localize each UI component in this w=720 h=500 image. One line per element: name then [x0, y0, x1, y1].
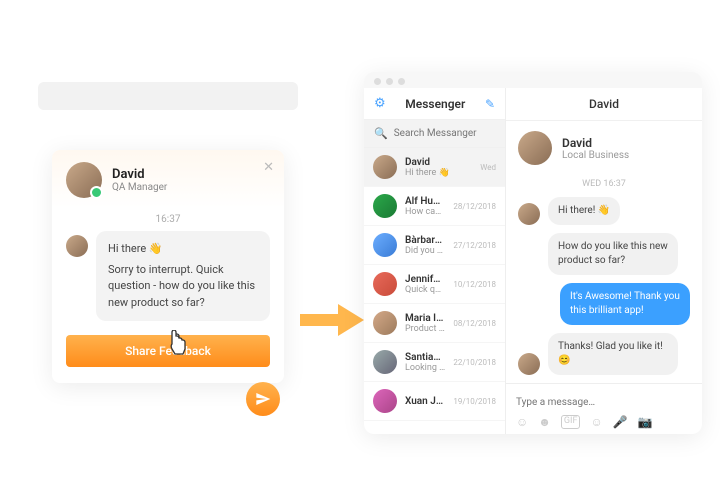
- message-row: Hi there! 👋: [506, 197, 702, 233]
- avatar: [373, 233, 397, 257]
- composer: ☺ ☻ GIF ☺ 🎤 📷: [506, 383, 702, 434]
- avatar: [373, 389, 397, 413]
- avatar: [518, 131, 552, 165]
- conversation-item[interactable]: DavidHi there 👋 Wed: [364, 148, 505, 187]
- message-bubble: It's Awesome! Thank you this brilliant a…: [560, 283, 690, 325]
- conversation-time: Wed: [480, 163, 496, 172]
- mic-icon[interactable]: 🎤: [613, 415, 628, 429]
- conversation-preview: Looking for a place…: [405, 363, 445, 373]
- gif-icon[interactable]: GIF: [561, 415, 581, 429]
- widget-message-bubble: Hi there 👋 Sorry to interrupt. Quick que…: [96, 231, 270, 321]
- widget-message-text: Sorry to interrupt. Quick question - how…: [108, 262, 258, 312]
- conversation-preview: Did you know that…: [405, 246, 445, 256]
- widget-agent-name: David: [112, 167, 167, 182]
- profile-subtitle: Local Business: [562, 150, 629, 161]
- avatar: [66, 162, 102, 198]
- chat-profile: David Local Business: [506, 121, 702, 175]
- smile-icon[interactable]: ☺: [590, 415, 602, 429]
- conversation-list: DavidHi there 👋 Wed Alf HuncootHow can I h…: [364, 148, 505, 434]
- placeholder-shimmer: [38, 82, 298, 110]
- arrow-right-icon: [300, 300, 364, 340]
- avatar-small: [66, 235, 88, 257]
- conversation-item[interactable]: Bàrbara Co…Did you know that… 27/12/2018: [364, 226, 505, 265]
- chat-header-title: David: [506, 88, 702, 121]
- widget-agent-role: QA Manager: [112, 182, 167, 193]
- avatar: [373, 311, 397, 335]
- pointer-cursor-icon: [166, 330, 188, 361]
- compose-icon[interactable]: ✎: [485, 97, 495, 111]
- avatar-small: [518, 203, 540, 225]
- message-row: Thanks! Glad you like it! 😊: [506, 333, 702, 383]
- conversation-time: 22/10/2018: [453, 358, 496, 367]
- widget-header: David QA Manager ✕: [52, 150, 284, 208]
- sticker-icon[interactable]: ☺: [516, 415, 528, 429]
- chat-pane: David David Local Business WED 16:37 Hi …: [506, 88, 702, 434]
- search-input[interactable]: [394, 128, 495, 139]
- message-input[interactable]: [516, 397, 692, 408]
- conversation-item[interactable]: Jennifer Re…Quick question - how 10/12/20…: [364, 265, 505, 304]
- profile-name: David: [562, 136, 629, 150]
- conversation-time: 08/12/2018: [453, 319, 496, 328]
- close-icon[interactable]: ✕: [263, 160, 274, 175]
- conversation-name: Jennifer Re…: [405, 274, 445, 285]
- gear-icon[interactable]: ⚙: [374, 96, 386, 111]
- message-bubble: How do you like this new product so far?: [548, 233, 678, 275]
- avatar: [373, 194, 397, 218]
- conversation-item[interactable]: Maria Illes…Product so far… 08/12/2018: [364, 304, 505, 343]
- sidebar-title: Messenger: [405, 97, 465, 111]
- message-row: How do you like this new product so far?: [506, 233, 702, 283]
- search-bar[interactable]: 🔍: [364, 120, 505, 148]
- message-row: It's Awesome! Thank you this brilliant a…: [506, 283, 702, 333]
- conversation-name: Xuan Jingyi: [405, 396, 445, 407]
- conversation-name: Maria Illes…: [405, 313, 445, 324]
- conversation-preview: Hi there 👋: [405, 168, 472, 178]
- paper-plane-icon: [255, 391, 271, 407]
- conversation-time: 19/10/2018: [453, 397, 496, 406]
- conversation-name: Alf Huncoot: [405, 196, 445, 207]
- conversation-time: 27/12/2018: [453, 241, 496, 250]
- conversation-name: Santiago…: [405, 352, 445, 363]
- conversation-time: 10/12/2018: [453, 280, 496, 289]
- send-launcher-button[interactable]: [246, 382, 280, 416]
- window-titlebar: [364, 72, 702, 88]
- conversation-name: Bàrbara Co…: [405, 235, 445, 246]
- conversation-preview: Product so far…: [405, 324, 445, 334]
- conversation-sidebar: ⚙ Messenger ✎ 🔍 DavidHi there 👋 Wed Alf Hu…: [364, 88, 506, 434]
- day-separator: WED 16:37: [506, 179, 702, 189]
- conversation-name: David: [405, 157, 472, 168]
- conversation-preview: How can I help you?: [405, 207, 445, 217]
- message-bubble: Hi there! 👋: [548, 197, 620, 225]
- camera-icon[interactable]: 📷: [638, 415, 653, 429]
- avatar: [373, 155, 397, 179]
- conversation-preview: Quick question - how: [405, 285, 445, 295]
- search-icon: 🔍: [374, 127, 388, 140]
- avatar-small: [518, 353, 540, 375]
- avatar: [373, 272, 397, 296]
- message-bubble: Thanks! Glad you like it! 😊: [548, 333, 678, 375]
- conversation-item[interactable]: Alf HuncootHow can I help you? 28/12/2018: [364, 187, 505, 226]
- messenger-app: ⚙ Messenger ✎ 🔍 DavidHi there 👋WedAlf Hu…: [364, 72, 702, 434]
- widget-timestamp: 16:37: [52, 214, 284, 225]
- conversation-item[interactable]: Xuan Jingyi 19/10/2018: [364, 382, 505, 421]
- conversation-item[interactable]: Santiago…Looking for a place… 22/10/2018: [364, 343, 505, 382]
- widget-greeting: Hi there 👋: [108, 241, 258, 258]
- conversation-time: 28/12/2018: [453, 202, 496, 211]
- message-list: Hi there! 👋 How do you like this new prod…: [506, 197, 702, 383]
- avatar: [373, 350, 397, 374]
- emoji-icon[interactable]: ☻: [538, 415, 551, 429]
